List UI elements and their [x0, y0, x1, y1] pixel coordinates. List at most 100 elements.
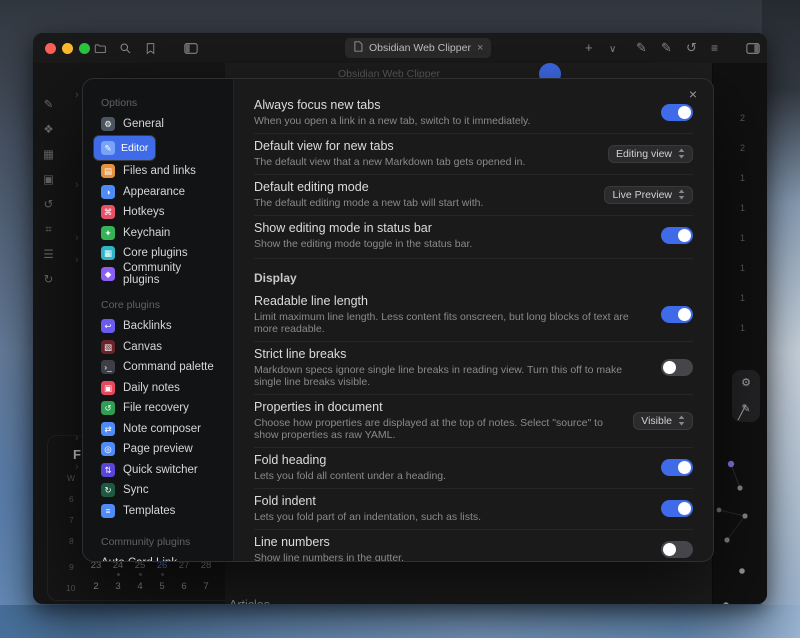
- setting-desc: The default view that a new Markdown tab…: [254, 156, 592, 168]
- settings-nav-editor[interactable]: ✎ Editor: [93, 135, 156, 162]
- workspaces-icon[interactable]: ☰: [41, 248, 56, 263]
- calendar-day[interactable]: 7: [199, 581, 213, 592]
- calendar-month-label: F: [73, 447, 81, 462]
- sync-icon[interactable]: ↻: [41, 273, 56, 288]
- close-window-button[interactable]: [45, 43, 56, 54]
- switcher-icon: ⇅: [101, 463, 115, 477]
- graph-controls: ⚙ ✎╱: [732, 370, 760, 422]
- always-focus-new-tabs-toggle[interactable]: [661, 104, 693, 121]
- terminal-icon: ›_: [101, 360, 115, 374]
- settings-nav-files-and-links[interactable]: ▤ Files and links: [93, 161, 223, 182]
- line-numbers-toggle[interactable]: [661, 541, 693, 558]
- settings-nav-auto-card-link[interactable]: Auto Card Link: [93, 553, 223, 561]
- tab-label: Obsidian Web Clipper: [369, 42, 471, 54]
- minimize-window-button[interactable]: [62, 43, 73, 54]
- tab-list-chevron-icon[interactable]: ∨: [609, 43, 616, 57]
- settings-nav-appearance[interactable]: ◑ Appearance: [93, 182, 223, 203]
- calendar-week-header: W: [67, 473, 75, 483]
- fold-indent-toggle[interactable]: [661, 500, 693, 517]
- panel-left-toggle-icon[interactable]: [183, 41, 198, 56]
- bookmark-icon[interactable]: [143, 41, 158, 56]
- wallpaper-lake: [0, 605, 800, 638]
- readable-line-length-toggle[interactable]: [661, 306, 693, 323]
- wallpaper-mountain: [762, 0, 800, 638]
- default-editing-mode-select[interactable]: Live Preview: [604, 186, 693, 204]
- settings-nav-file-recovery[interactable]: ↺ File recovery: [93, 398, 223, 419]
- zoom-window-button[interactable]: [79, 43, 90, 54]
- setting-name: Properties in document: [254, 400, 617, 415]
- graph-node-active: [728, 461, 734, 467]
- setting-desc: Choose how properties are displayed at t…: [254, 417, 617, 441]
- vault-folder-icon[interactable]: [93, 41, 108, 56]
- calendar-day[interactable]: 6: [177, 581, 191, 592]
- show-editing-mode-toggle[interactable]: [661, 227, 693, 244]
- menu-icon[interactable]: ≡: [711, 41, 718, 55]
- settings-section-heading: Community plugins: [101, 536, 223, 548]
- setting-name: Line numbers: [254, 535, 645, 550]
- graph-view-icon[interactable]: ❖: [41, 123, 56, 138]
- history-icon[interactable]: ↺: [686, 41, 697, 55]
- collapse-chevron-icon[interactable]: ›: [75, 255, 79, 265]
- tab-close-icon[interactable]: ×: [477, 42, 483, 54]
- settings-nav-command-palette[interactable]: ›_ Command palette: [93, 357, 223, 378]
- setting-name: Always focus new tabs: [254, 98, 645, 113]
- local-graph-view[interactable]: [710, 455, 767, 604]
- settings-nav-page-preview[interactable]: ◎ Page preview: [93, 439, 223, 460]
- setting-desc: Limit maximum line length. Less content …: [254, 311, 645, 335]
- panel-right-toggle-icon[interactable]: [745, 41, 760, 56]
- brush-icon: ◑: [101, 185, 115, 199]
- new-tab-button[interactable]: +: [585, 41, 593, 55]
- fold-heading-toggle[interactable]: [661, 459, 693, 476]
- strict-line-breaks-toggle[interactable]: [661, 359, 693, 376]
- select-chevrons-icon: [678, 189, 685, 200]
- settings-nav-core-plugins[interactable]: ▦ Core plugins: [93, 243, 223, 264]
- search-icon[interactable]: [118, 41, 133, 56]
- calendar-day[interactable]: 5: [155, 581, 169, 592]
- new-note-icon[interactable]: ✎: [41, 98, 56, 113]
- daily-notes-icon[interactable]: ▣: [41, 173, 56, 188]
- link-icon: ↩: [101, 319, 115, 333]
- settings-nav-backlinks[interactable]: ↩ Backlinks: [93, 316, 223, 337]
- settings-nav-sync[interactable]: ↻ Sync: [93, 480, 223, 501]
- calendar-day[interactable]: 3: [111, 581, 125, 592]
- settings-nav-daily-notes[interactable]: ▣ Daily notes: [93, 378, 223, 399]
- graph-settings-gear-icon[interactable]: ⚙: [732, 370, 760, 396]
- terminal-icon[interactable]: ⌗: [41, 223, 56, 238]
- settings-nav-quick-switcher[interactable]: ⇅ Quick switcher: [93, 460, 223, 481]
- collapse-chevron-icon[interactable]: ›: [75, 90, 79, 100]
- calendar-week-number: 10: [66, 583, 75, 593]
- edit-icon[interactable]: ✎: [636, 41, 647, 55]
- calendar-day[interactable]: 4: [133, 581, 147, 592]
- default-view-select[interactable]: Editing view: [608, 145, 693, 163]
- properties-in-document-select[interactable]: Visible: [633, 412, 693, 430]
- setting-desc: Show the editing mode toggle in the stat…: [254, 238, 645, 250]
- select-chevrons-icon: [678, 148, 685, 159]
- history-icon[interactable]: ↺: [41, 198, 56, 213]
- collapse-chevron-icon[interactable]: ›: [75, 233, 79, 243]
- edit-disabled-icon[interactable]: ✎╱: [732, 396, 760, 422]
- graph-node: [723, 602, 729, 604]
- setting-row: Show editing mode in status bar Show the…: [254, 215, 693, 256]
- pencil-icon: ✎: [101, 141, 115, 155]
- collapse-chevron-icon[interactable]: ›: [75, 180, 79, 190]
- calendar-day[interactable]: 2: [89, 581, 103, 592]
- canvas-icon[interactable]: ▦: [41, 148, 56, 163]
- settings-nav-community-plugins[interactable]: ◆ Community plugins: [93, 264, 223, 285]
- close-icon[interactable]: ×: [689, 87, 697, 101]
- calendar-week-number: 9: [69, 562, 74, 572]
- setting-desc: The default editing mode a new tab will …: [254, 197, 588, 209]
- calendar-icon: ▣: [101, 381, 115, 395]
- settings-nav-canvas[interactable]: ▧ Canvas: [93, 337, 223, 358]
- edit-plus-icon[interactable]: ✎: [661, 41, 672, 55]
- package-icon: ▦: [101, 246, 115, 260]
- settings-nav-note-composer[interactable]: ⇄ Note composer: [93, 419, 223, 440]
- settings-nav-templates[interactable]: ≡ Templates: [93, 501, 223, 522]
- setting-row: Properties in document Choose how proper…: [254, 394, 693, 447]
- graph-node: [724, 537, 729, 542]
- settings-nav-general[interactable]: ⚙ General: [93, 114, 223, 135]
- settings-nav-keychain[interactable]: ✦ Keychain: [93, 223, 223, 244]
- settings-nav-hotkeys[interactable]: ⌘ Hotkeys: [93, 202, 223, 223]
- setting-desc: Show line numbers in the gutter.: [254, 552, 645, 561]
- tab-obsidian-web-clipper[interactable]: Obsidian Web Clipper ×: [345, 38, 491, 58]
- settings-sidebar: Options ⚙ General ✎ Editor ▤ Files and l…: [83, 79, 234, 561]
